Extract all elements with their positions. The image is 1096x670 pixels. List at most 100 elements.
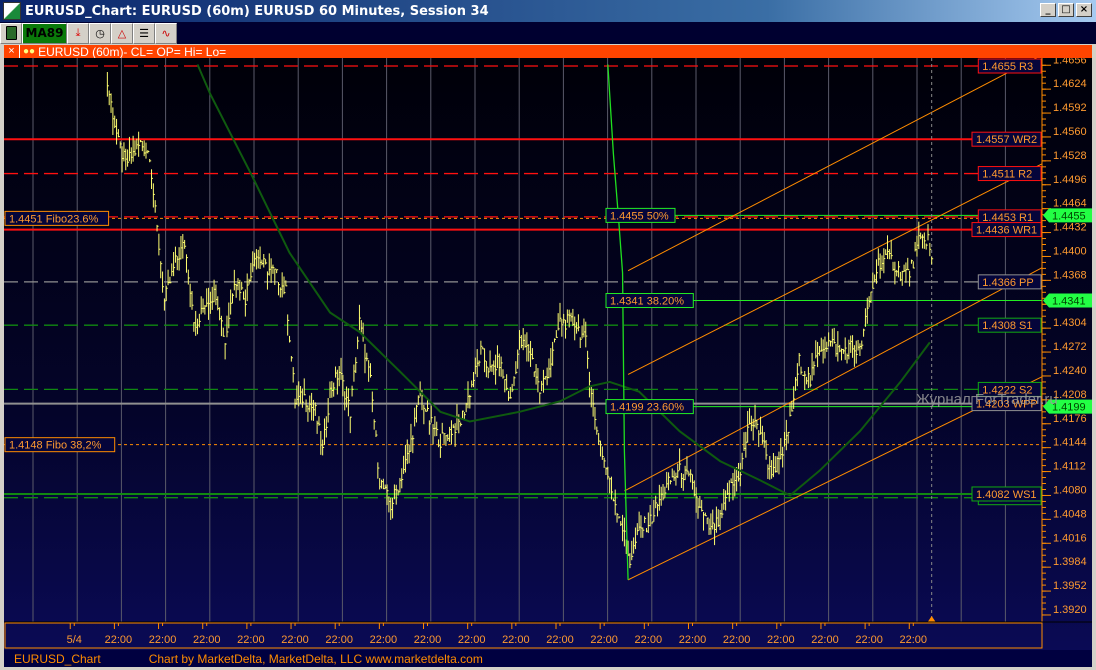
- time-axis-label: 22:00: [458, 634, 486, 646]
- pivot-level-label: 1.4436 WR1: [971, 222, 1042, 238]
- price-axis-label: 1.4176: [1053, 413, 1087, 425]
- pivot-level-label-text: 1.4308 S1: [982, 320, 1032, 332]
- time-axis-label: 22:00: [811, 634, 839, 646]
- series-color-icon: ●●: [23, 46, 36, 57]
- price-axis-label: 1.3984: [1053, 556, 1087, 568]
- time-axis-label: 22:00: [900, 634, 928, 646]
- ma89-button[interactable]: MA89: [22, 22, 67, 44]
- pivot-level-label-text: 1.4436 WR1: [976, 225, 1037, 237]
- series-legend-text: EURUSD (60m)- CL= OP= Hi= Lo=: [38, 44, 227, 59]
- time-axis-label: 22:00: [105, 634, 133, 646]
- pivot-level-label: 1.4366 PP: [977, 274, 1042, 290]
- price-axis-label: 1.3920: [1053, 604, 1087, 616]
- channel-line: [627, 58, 1038, 272]
- fibo-retracement-label: 1.4199 23.60%: [605, 399, 694, 415]
- time-axis-label: 22:00: [414, 634, 442, 646]
- time-axis-label: 22:00: [281, 634, 309, 646]
- price-axis-label: 1.4368: [1053, 269, 1087, 281]
- price-axis-label: 1.4144: [1053, 437, 1087, 449]
- pivot-level-label-text: 1.4366 PP: [982, 277, 1033, 289]
- price-axis-label: 1.4624: [1053, 78, 1087, 90]
- time-axis-label: 22:00: [193, 634, 221, 646]
- price-axis-label: 1.4560: [1053, 126, 1087, 138]
- last-price-tag-text: 1.4455: [1052, 210, 1086, 222]
- pivot-level-label: 1.4308 S1: [977, 317, 1042, 333]
- close-button[interactable]: ×: [1076, 3, 1092, 17]
- fibo-left-label: 1.4451 Fibo23.6%: [4, 210, 110, 226]
- price-axis-label: 1.4592: [1053, 102, 1087, 114]
- fibo-retracement-label-text: 1.4199 23.60%: [610, 402, 684, 414]
- chart-name: EURUSD_Chart: [14, 651, 101, 666]
- pivot-level-label: 1.4082 WS1: [971, 486, 1042, 502]
- cursor-marker-icon: [927, 616, 936, 622]
- last-price-tag-text: 1.4341: [1052, 296, 1086, 308]
- price-axis-label: 1.4208: [1053, 389, 1087, 401]
- time-axis-label: 22:00: [546, 634, 574, 646]
- clock-icon: ◷: [95, 27, 105, 40]
- price-axis-label: 1.4464: [1053, 198, 1087, 210]
- wave-button[interactable]: ∿: [155, 22, 177, 44]
- time-axis-label: 22:00: [767, 634, 795, 646]
- list-button[interactable]: ☰: [133, 22, 155, 44]
- series-legend-bar: × ●● EURUSD (60m)- CL= OP= Hi= Lo=: [4, 44, 1092, 59]
- time-axis-label: 22:00: [855, 634, 883, 646]
- time-axis-label: 22:00: [149, 634, 177, 646]
- maximize-button[interactable]: □: [1058, 3, 1074, 17]
- price-axis-label: 1.4016: [1053, 532, 1087, 544]
- pivot-level-label: 1.4511 R2: [977, 166, 1042, 182]
- chart-area[interactable]: 1.4655 R3 1.4557 WR2 1.4511 R2 1.4453 R1 1.4…: [4, 58, 1092, 650]
- price-axis-label: 1.4112: [1053, 461, 1086, 473]
- time-axis-label: 22:00: [590, 634, 618, 646]
- triangle-xyz-icon: △: [117, 27, 127, 40]
- title-bar: EURUSD_Chart: EURUSD (60m) EURUSD 60 Min…: [0, 0, 1096, 22]
- remove-series-button[interactable]: ×: [4, 45, 20, 58]
- xyz-button[interactable]: △: [111, 22, 133, 44]
- price-axis-label: 1.4240: [1053, 365, 1087, 377]
- pivot-level-label-text: 1.4511 R2: [982, 169, 1032, 181]
- price-chart[interactable]: 1.4655 R31.4557 WR21.4511 R21.4453 R11.4…: [4, 58, 1092, 650]
- sine-wave-icon: ∿: [161, 27, 171, 40]
- price-axis-label: 1.4528: [1053, 150, 1087, 162]
- time-axis-label: 22:00: [370, 634, 398, 646]
- toolbar: MA89 ⤓ ◷ △ ☰ ∿: [0, 22, 1096, 44]
- price-axis-label: 1.4432: [1053, 222, 1087, 234]
- time-axis-label: 5/4: [67, 634, 82, 646]
- price-axis-label: 1.4656: [1053, 58, 1087, 66]
- price-axis-label: 1.3952: [1053, 580, 1087, 592]
- watermark: Журнал ForTrader.ru: [916, 391, 1058, 408]
- pivot-level-label-text: 1.4655 R3: [982, 61, 1033, 73]
- price-axis-label: 1.4400: [1053, 245, 1087, 257]
- fibo-retracement-label-text: 1.4341 38.20%: [610, 296, 684, 308]
- pivot-level-label-text: 1.4082 WS1: [976, 489, 1037, 501]
- time-axis-label: 22:00: [679, 634, 707, 646]
- time-axis-label: 22:00: [723, 634, 751, 646]
- time-axis-label: 22:00: [237, 634, 265, 646]
- trash-button[interactable]: [0, 22, 22, 44]
- chart-credit: Chart by MarketDelta, MarketDelta, LLC w…: [148, 651, 483, 666]
- app-icon: [3, 2, 21, 20]
- fibo-retracement-label-text: 1.4455 50%: [610, 210, 669, 222]
- fibo-left-label-text: 1.4451 Fibo23.6%: [9, 213, 99, 225]
- fibo-retracement-label: 1.4455 50%: [605, 207, 676, 223]
- price-axis-label: 1.4496: [1053, 174, 1087, 186]
- price-axis-label: 1.4080: [1053, 484, 1087, 496]
- pivot-level-label: 1.4453 R1: [977, 209, 1042, 225]
- time-axis-label: 22:00: [502, 634, 530, 646]
- pivot-level-label: 1.4655 R3: [977, 58, 1042, 74]
- minimize-button[interactable]: _: [1040, 3, 1056, 17]
- price-axis-label: 1.4272: [1053, 341, 1087, 353]
- time-axis-label: 22:00: [635, 634, 663, 646]
- arrow-down-icon: ⤓: [75, 26, 81, 39]
- trash-icon: [5, 26, 17, 40]
- time-axis-label: 22:00: [325, 634, 353, 646]
- fibo-left-label: 1.4148 Fibo 38,2%: [4, 437, 116, 453]
- status-bar: EURUSD_Chart Chart by MarketDelta, Marke…: [4, 650, 1092, 667]
- pivot-level-label: 1.4557 WR2: [971, 131, 1042, 147]
- indicator-line: [607, 64, 629, 580]
- pivot-level-label-text: 1.4557 WR2: [976, 134, 1037, 146]
- fibo-left-label-text: 1.4148 Fibo 38,2%: [9, 440, 102, 452]
- import-button[interactable]: ⤓: [67, 22, 89, 44]
- price-axis-label: 1.4304: [1053, 317, 1087, 329]
- clock-button[interactable]: ◷: [89, 22, 111, 44]
- list-icon: ☰: [139, 27, 149, 40]
